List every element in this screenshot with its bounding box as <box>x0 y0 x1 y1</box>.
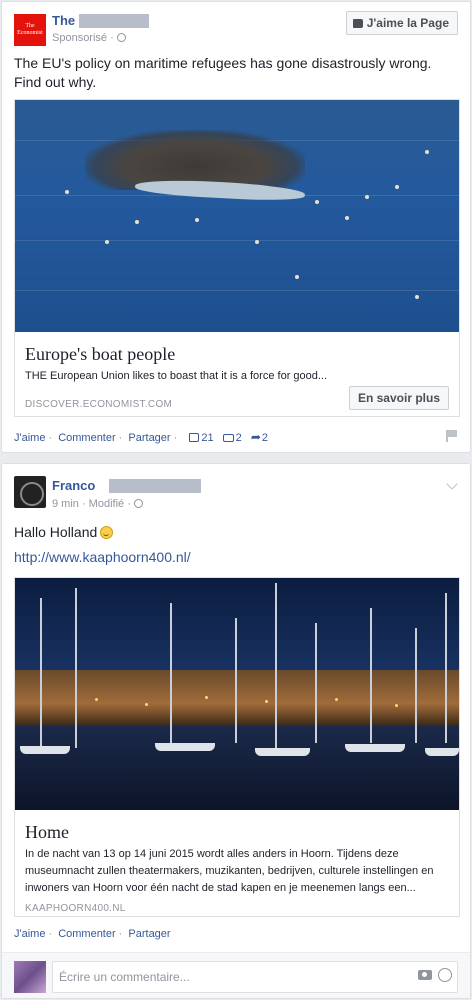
attachment-image[interactable] <box>15 100 459 332</box>
like-link[interactable]: J'aime <box>14 432 45 444</box>
redacted-name-block <box>109 479 201 493</box>
globe-icon <box>116 33 126 42</box>
post-url[interactable]: http://www.kaaphoorn400.nl/ <box>14 548 458 567</box>
attachment-title[interactable]: Europe's boat people <box>25 342 449 366</box>
comment-icon <box>222 434 234 442</box>
attachment-description: THE European Union likes to boast that i… <box>25 370 328 382</box>
user-post-card: Franco 9 min · Modifié · Hallo Holland h… <box>1 463 471 999</box>
post-timestamp[interactable]: 9 min · Modifié · <box>52 498 143 510</box>
comment-link[interactable]: Commenter <box>58 432 115 444</box>
economist-logo[interactable]: The Economist <box>14 14 46 46</box>
post-actions: J'aime · Commenter · Partager <box>14 928 171 940</box>
camera-icon[interactable] <box>418 970 432 980</box>
smiley-icon <box>100 526 114 539</box>
flag-icon[interactable] <box>446 430 458 442</box>
learn-more-button[interactable]: En savoir plus <box>348 386 449 410</box>
link-attachment[interactable]: Europe's boat people THE European Union … <box>14 99 460 417</box>
thumbs-up-icon <box>352 19 363 28</box>
comment-count[interactable]: 2 <box>222 432 242 444</box>
like-link[interactable]: J'aime <box>14 928 45 940</box>
share-link[interactable]: Partager <box>128 928 170 940</box>
link-attachment[interactable]: Home In de nacht van 13 op 14 juni 2015 … <box>14 577 460 917</box>
post-message: The EU's policy on maritime refugees has… <box>14 55 432 90</box>
post-author-name[interactable]: Franco <box>52 478 95 493</box>
attachment-description: In de nacht van 13 op 14 juni 2015 wordt… <box>25 848 434 894</box>
emoji-icon[interactable] <box>438 968 452 982</box>
share-link[interactable]: Partager <box>128 432 170 444</box>
like-icon <box>189 433 200 442</box>
user-avatar[interactable] <box>14 961 46 993</box>
chevron-down-icon[interactable] <box>446 478 458 490</box>
like-count[interactable]: 21 <box>189 432 214 444</box>
post-author-name[interactable]: The <box>52 13 75 28</box>
attachment-title[interactable]: Home <box>25 820 449 844</box>
comment-link[interactable]: Commenter <box>58 928 115 940</box>
post-message: Hallo Holland <box>14 523 458 542</box>
post-actions: J'aime · Commenter · Partager · 21 2 ➦2 <box>14 430 269 444</box>
attachment-image[interactable] <box>15 578 459 810</box>
profile-avatar[interactable] <box>14 476 46 508</box>
comment-composer: Écrire un commentaire... <box>2 952 470 998</box>
like-page-button[interactable]: J'aime la Page <box>345 11 458 35</box>
share-icon: ➦ <box>250 430 261 444</box>
attachment-domain: KAAPHOORN400.NL <box>25 903 126 914</box>
sponsored-post-card: The Economist The Sponsorisé · J'aime la… <box>1 1 471 453</box>
comment-input[interactable]: Écrire un commentaire... <box>52 961 458 993</box>
post-sponsored-label: Sponsorisé · <box>52 32 126 44</box>
globe-icon <box>133 499 143 508</box>
redacted-name-block <box>79 14 149 28</box>
share-count[interactable]: ➦2 <box>250 430 268 444</box>
